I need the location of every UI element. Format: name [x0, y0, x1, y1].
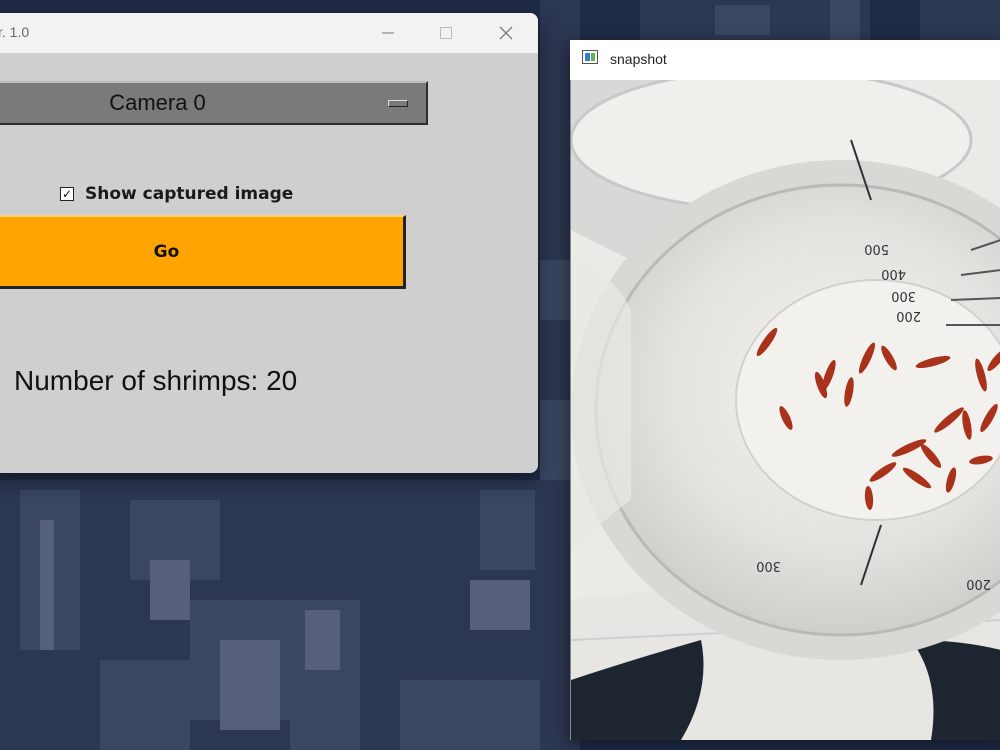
show-captured-checkbox[interactable]: ✓ — [60, 187, 74, 201]
maximize-icon — [440, 27, 452, 39]
show-captured-label: Show captured image — [85, 184, 294, 204]
close-icon — [499, 26, 513, 40]
app-titlebar[interactable]: r. 1.0 — [0, 13, 538, 53]
cup-mark-300: 300 — [891, 288, 916, 303]
snapshot-window: snapshot 500 400 300 200 300 200 — [570, 40, 1000, 740]
snapshot-title: snapshot — [610, 51, 667, 67]
maximize-button[interactable] — [423, 13, 469, 53]
app-title: r. 1.0 — [0, 24, 30, 40]
cup-mark-200: 200 — [896, 308, 921, 323]
snapshot-titlebar[interactable]: snapshot — [570, 40, 1000, 80]
cup-mark-200b: 200 — [966, 576, 991, 591]
snapshot-image: 500 400 300 200 300 200 — [570, 68, 1000, 740]
minimize-icon — [382, 32, 394, 34]
cup-mark-500: 500 — [864, 241, 889, 256]
cup-mark-400: 400 — [881, 266, 906, 281]
go-button-label: Go — [153, 241, 180, 262]
dropdown-indicator-icon — [388, 100, 408, 107]
shrimp-photo: 500 400 300 200 300 200 — [570, 68, 1000, 740]
go-button[interactable]: Go — [0, 215, 406, 289]
snapshot-app-icon — [582, 50, 598, 64]
minimize-button[interactable] — [365, 13, 411, 53]
shrimp-count-result: Number of shrimps: 20 — [14, 365, 298, 396]
camera-select[interactable]: Camera 0 — [0, 81, 428, 125]
camera-select-value: Camera 0 — [109, 90, 206, 115]
close-button[interactable] — [483, 13, 529, 53]
app-window: r. 1.0 Camera 0 ✓ Show captured image Go… — [0, 13, 538, 473]
cup-mark-300b: 300 — [756, 558, 781, 573]
